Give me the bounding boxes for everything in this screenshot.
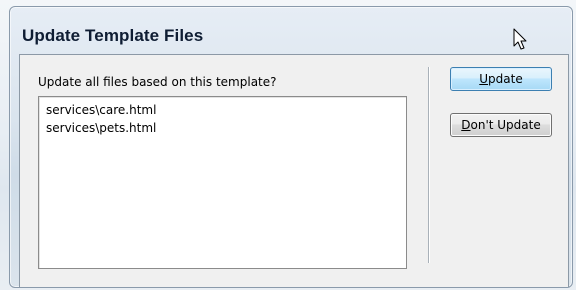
list-item[interactable]: services\care.html (46, 101, 406, 119)
dont-update-mnemonic: D (461, 118, 471, 132)
vertical-divider (428, 67, 429, 263)
dont-update-button[interactable]: Don't Update (450, 113, 552, 137)
files-list: services\care.html services\pets.html (39, 97, 406, 137)
update-button[interactable]: Update (450, 67, 552, 91)
files-listbox[interactable]: services\care.html services\pets.html (38, 96, 407, 269)
dialog-title: Update Template Files (22, 26, 204, 45)
dialog-content: Update all files based on this template?… (19, 54, 569, 287)
dialog-backdrop: Update Template Files Update all files b… (0, 0, 576, 290)
update-prompt-label: Update all files based on this template? (38, 75, 277, 89)
list-item[interactable]: services\pets.html (46, 119, 406, 137)
arrow-pointer-icon (513, 28, 527, 50)
update-mnemonic: U (479, 72, 489, 86)
dont-update-label: on't Update (470, 118, 541, 132)
update-label: pdate (488, 72, 523, 86)
